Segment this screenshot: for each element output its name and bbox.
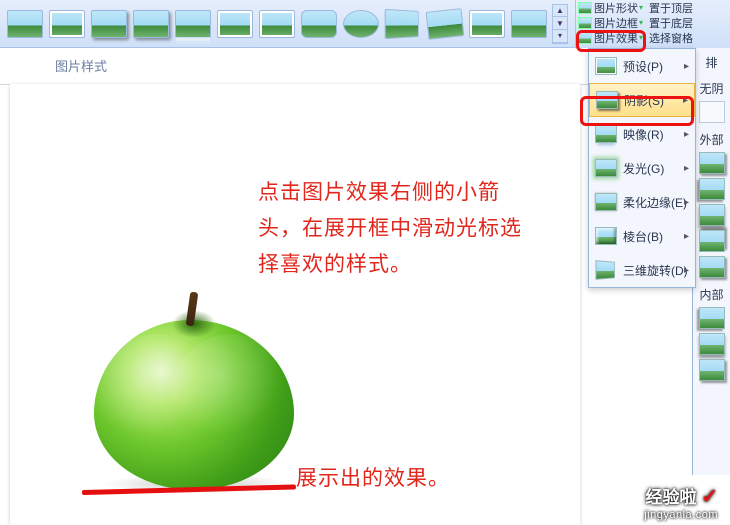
alignment-group-label: 排 [705,54,717,74]
shadow-swatch[interactable] [699,152,725,174]
chevron-down-icon: ▾ [639,33,643,42]
menu-preset[interactable]: 预设(P) ▸ [589,49,695,83]
label: 图片效果 [594,30,638,46]
style-thumb[interactable] [385,8,419,38]
shadow-swatch[interactable] [699,333,725,355]
style-thumb[interactable] [426,8,465,40]
style-thumb[interactable] [175,10,211,38]
style-thumb[interactable] [91,10,127,38]
label: 映像(R) [623,126,664,143]
watermark: 经验啦 ✓ jingyanla.com [644,483,718,521]
gallery-scroll[interactable]: ▲ ▼ ▾ [552,4,568,44]
picture-effects-button[interactable]: 图片效果▾ [578,30,643,46]
apple-image[interactable] [84,300,304,500]
watermark-url: jingyanla.com [644,509,718,521]
chevron-right-icon: ▸ [684,231,689,242]
menu-reflection[interactable]: 映像(R) ▸ [589,117,695,151]
annotation-instruction-text: 点击图片效果右侧的小箭头，在展开框中滑动光标选择喜欢的样式。 [258,175,528,283]
bevel-icon [595,227,617,245]
glow-icon [595,159,617,177]
ribbon-right-panel: 图片形状▾ 置于顶层 图片边框▾ 置于底层 图片效果▾ 选择窗格 [575,0,730,48]
label: 柔化边缘(E) [623,194,687,211]
label: 图片形状 [594,0,638,16]
style-thumb[interactable] [259,10,295,38]
style-thumb[interactable] [511,10,547,38]
chevron-down-icon: ▾ [639,3,643,12]
style-thumb[interactable] [301,10,337,38]
watermark-text: 经验啦 [646,488,697,507]
shadow-none-swatch[interactable] [699,101,725,123]
shadow-swatch[interactable] [699,178,725,200]
annotation-caption-text: 展示出的效果。 [296,462,450,492]
send-to-back-button[interactable]: 置于底层 [649,15,693,31]
shadow-swatch[interactable] [699,359,725,381]
soft-edges-icon [595,193,617,211]
no-shadow-label: 无阴 [699,80,723,97]
style-thumb[interactable] [217,10,253,38]
scroll-down-icon[interactable]: ▼ [553,17,567,30]
selection-pane-button[interactable]: 选择窗格 [649,30,693,46]
chevron-right-icon: ▸ [684,265,689,276]
style-thumb[interactable] [7,10,43,38]
chevron-right-icon: ▸ [684,129,689,140]
menu-soft-edges[interactable]: 柔化边缘(E) ▸ [589,185,695,219]
menu-bevel[interactable]: 棱台(B) ▸ [589,219,695,253]
label: 置于底层 [649,15,693,31]
label: 预设(P) [623,58,663,75]
chevron-right-icon: ▸ [684,163,689,174]
picture-border-button[interactable]: 图片边框▾ [578,15,643,31]
effects-icon [578,32,592,44]
label: 选择窗格 [649,30,693,46]
menu-glow[interactable]: 发光(G) ▸ [589,151,695,185]
apple-body [94,320,294,490]
label: 置于顶层 [649,0,693,16]
bring-to-front-button[interactable]: 置于顶层 [649,0,693,16]
scroll-up-icon[interactable]: ▲ [553,5,567,18]
style-thumb[interactable] [49,10,85,38]
label: 发光(G) [623,160,664,177]
gallery-expand-icon[interactable]: ▾ [553,30,567,43]
shadow-swatch[interactable] [699,230,725,252]
shadow-swatch[interactable] [699,307,725,329]
picture-shape-button[interactable]: 图片形状▾ [578,0,643,16]
menu-3d-rotation[interactable]: 三维旋转(D) ▸ [589,253,695,287]
inner-label: 内部 [699,286,723,303]
outer-label: 外部 [699,131,723,148]
shadow-submenu: 排 无阴 外部 内部 [692,48,730,475]
label: 阴影(S) [624,92,664,109]
section-label: 图片样式 [55,56,107,75]
chevron-right-icon: ▸ [683,95,688,106]
shadow-swatch[interactable] [699,256,725,278]
menu-shadow[interactable]: 阴影(S) ▸ [589,83,695,117]
style-thumb[interactable] [133,10,169,38]
preset-icon [595,57,617,75]
chevron-right-icon: ▸ [684,197,689,208]
shape-icon [578,2,592,14]
shadow-swatch[interactable] [699,204,725,226]
label: 三维旋转(D) [623,262,688,279]
label: 棱台(B) [623,228,663,245]
border-icon [578,17,592,29]
chevron-right-icon: ▸ [684,61,689,72]
apple-highlight [172,334,292,454]
chevron-down-icon: ▾ [639,18,643,27]
check-icon: ✓ [701,486,718,508]
reflection-icon [595,125,617,143]
label: 图片边框 [594,15,638,31]
style-thumb[interactable] [343,10,379,38]
rotation-3d-icon [595,260,615,280]
style-thumb[interactable] [469,10,505,38]
shadow-icon [596,91,618,109]
picture-effects-menu: 预设(P) ▸ 阴影(S) ▸ 映像(R) ▸ 发光(G) ▸ 柔化边缘(E) … [588,48,696,288]
